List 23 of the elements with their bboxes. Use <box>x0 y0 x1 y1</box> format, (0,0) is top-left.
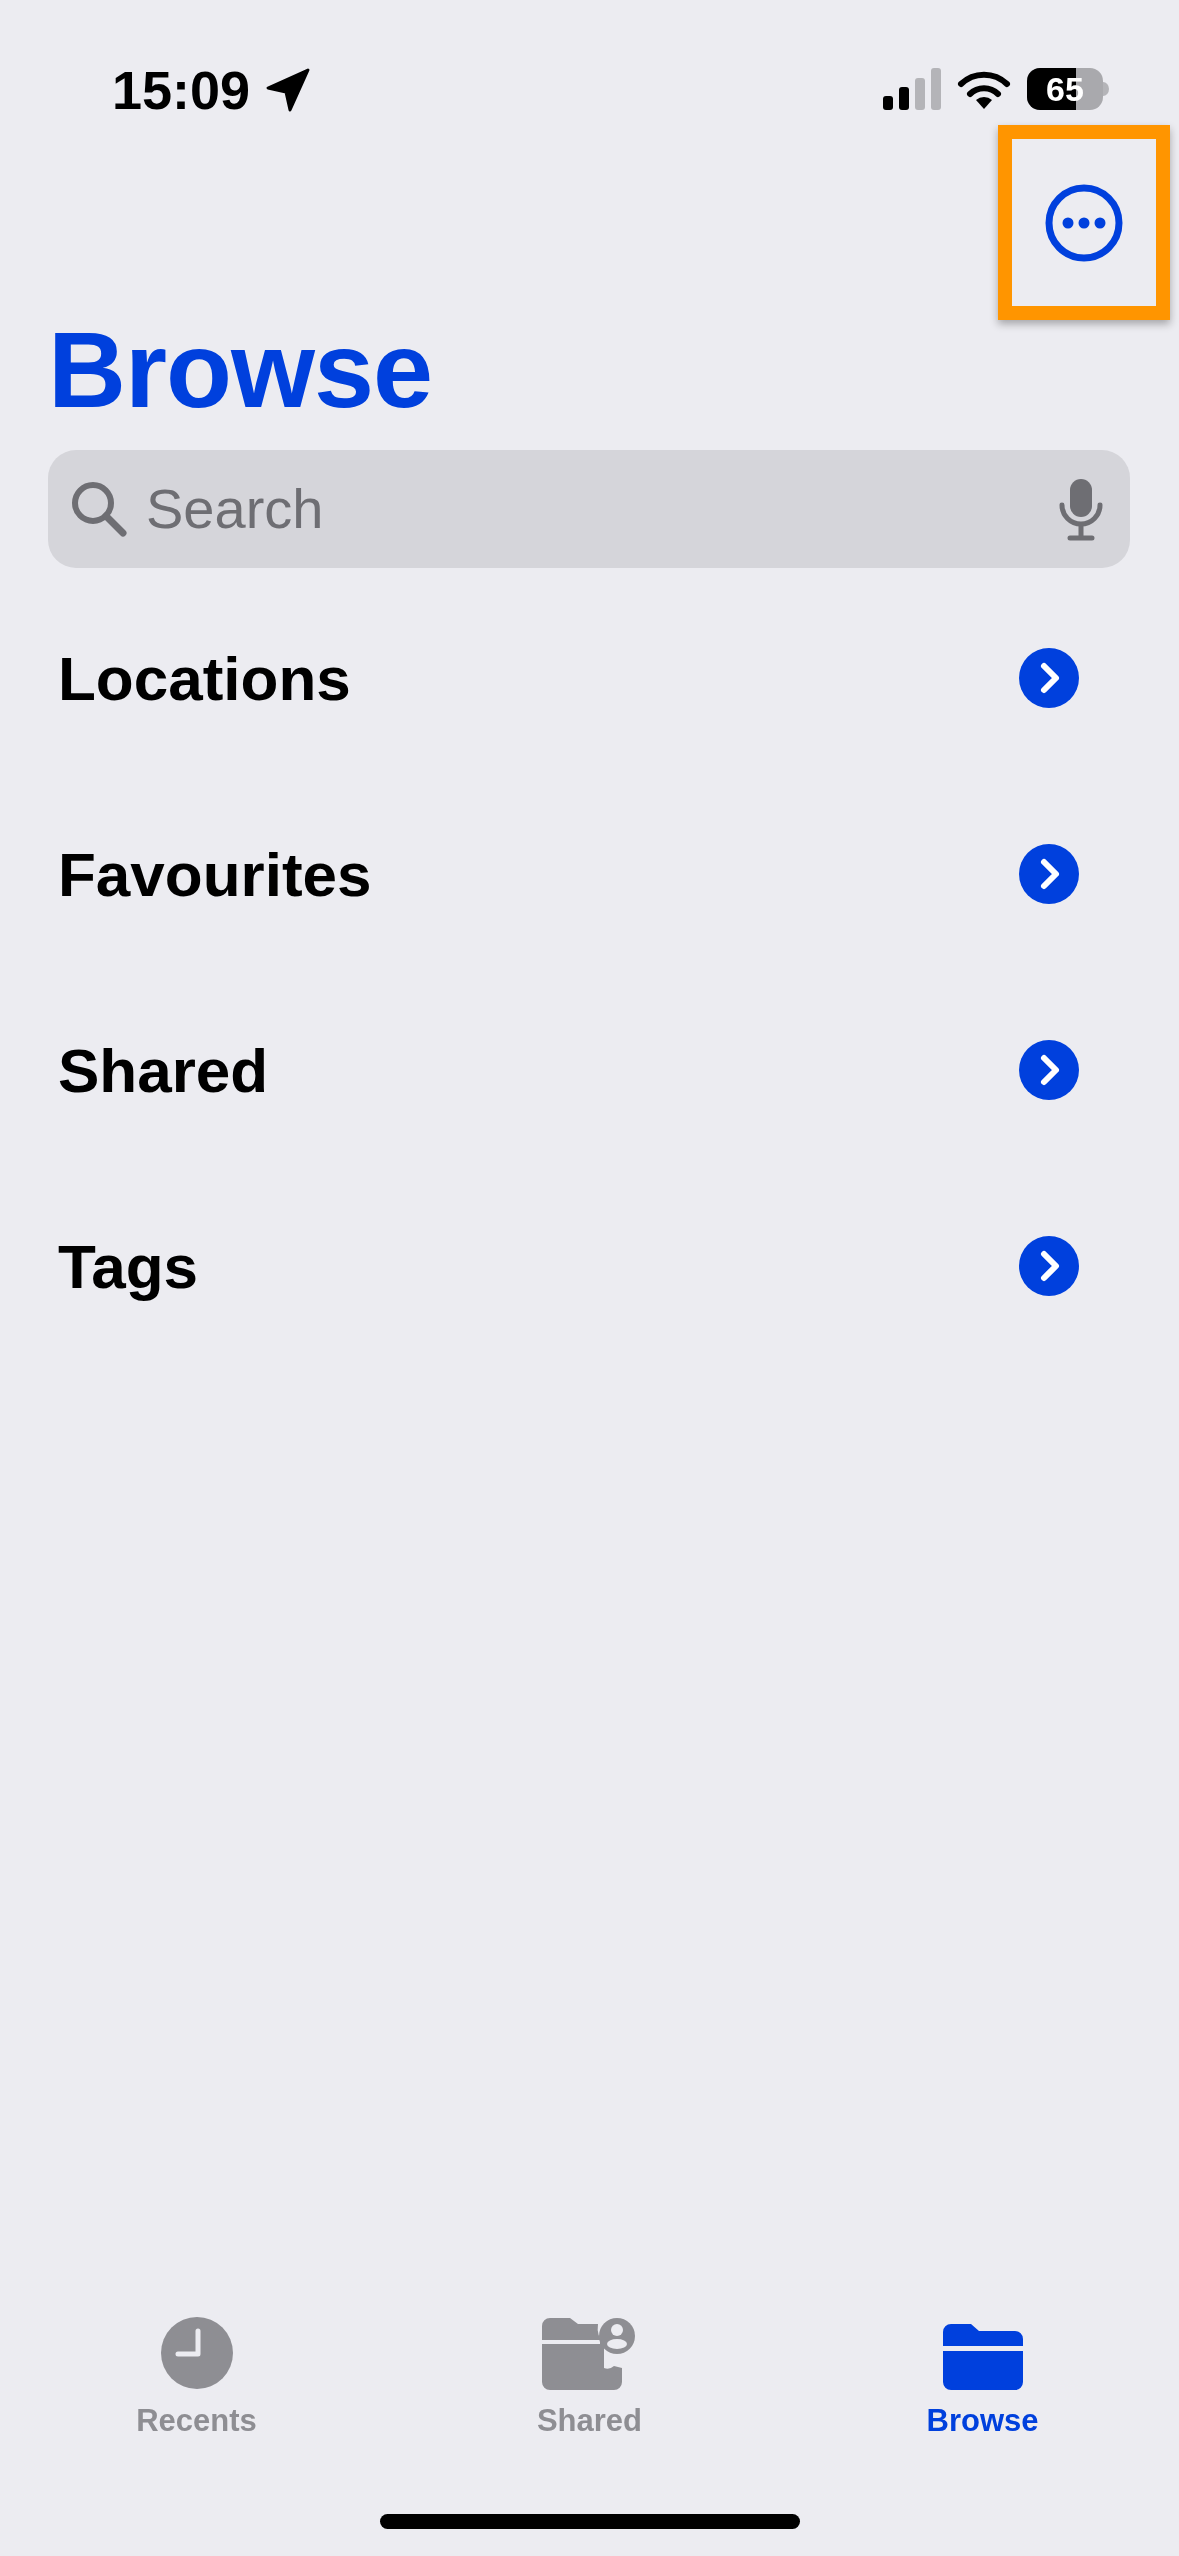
page-title: Browse <box>48 310 434 430</box>
search-icon <box>70 480 128 538</box>
tab-bar-item[interactable]: Browse <box>786 2310 1179 2445</box>
microphone-icon[interactable] <box>1058 477 1104 541</box>
wifi-icon <box>957 69 1011 109</box>
search-field[interactable]: Search <box>48 450 1130 568</box>
chevron-right-icon[interactable] <box>1019 1040 1079 1100</box>
chevron-right-icon[interactable] <box>1019 648 1079 708</box>
more-button[interactable] <box>1044 182 1124 263</box>
section-heading[interactable]: Shared <box>58 1023 269 1117</box>
location-arrow-icon <box>266 68 311 112</box>
shared-folder-icon <box>541 2316 638 2390</box>
section-heading[interactable]: Locations <box>58 631 351 725</box>
battery-tip-icon <box>1103 82 1109 96</box>
clock-icon <box>159 2316 234 2390</box>
chevron-right-icon[interactable] <box>1019 1236 1079 1296</box>
time-text: 15:09 <box>112 60 251 120</box>
search-input[interactable]: Search <box>144 466 1042 552</box>
section-heading[interactable]: Favourites <box>58 827 372 921</box>
folder-icon <box>942 2324 1023 2390</box>
chevron-right-icon[interactable] <box>1019 844 1079 904</box>
section-heading[interactable]: Tags <box>58 1219 199 1313</box>
signal-icon <box>883 68 941 110</box>
